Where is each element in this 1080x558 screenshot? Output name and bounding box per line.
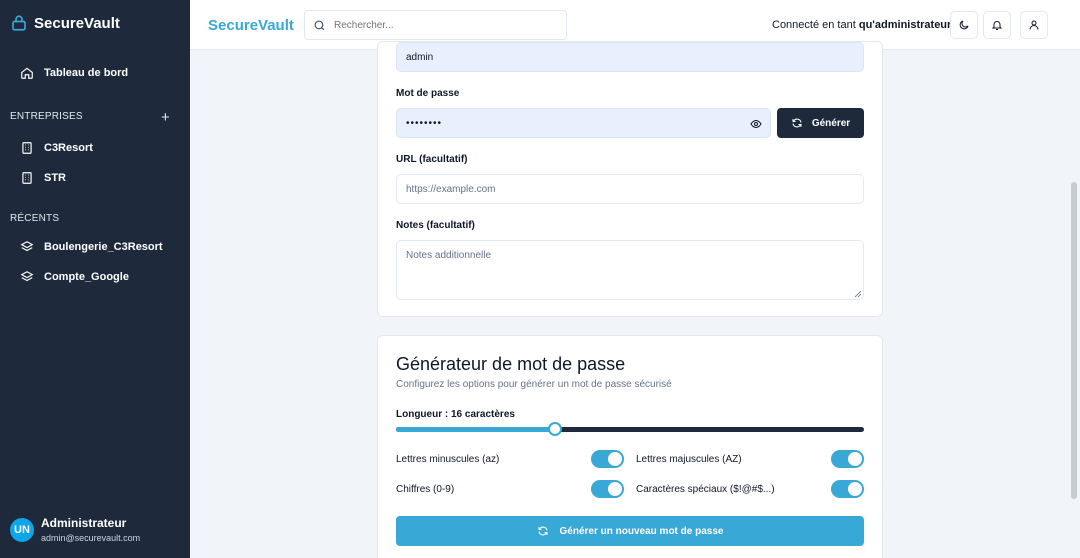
password-value: •••••••• (406, 117, 443, 129)
option-uppercase-label: Lettres majuscules (AZ) (636, 454, 742, 465)
credential-form-card: admin Mot de passe •••••••• Générer URL … (377, 41, 883, 317)
connected-user: qu'administrateur (858, 19, 952, 31)
sidebar-item-label: Boulengerie_C3Resort (44, 241, 163, 253)
refresh-icon (538, 526, 548, 536)
option-special-label: Caractères spéciaux ($!@#$...) (636, 484, 775, 495)
generate-new-password-label: Générer un nouveau mot de passe (559, 525, 724, 537)
length-slider[interactable] (396, 422, 864, 436)
sidebar-item-str[interactable]: STR (20, 171, 66, 185)
password-label: Mot de passe (396, 88, 460, 99)
sidebar-item-dashboard[interactable]: Tableau de bord (20, 66, 128, 80)
refresh-icon (792, 118, 802, 128)
url-label: URL (facultatif) (396, 154, 468, 165)
generate-label: Générer (811, 117, 851, 129)
generate-button[interactable]: Générer (777, 108, 864, 138)
generator-title: Générateur de mot de passe (396, 354, 626, 374)
eye-icon[interactable] (750, 118, 762, 130)
username-field[interactable]: admin (396, 42, 864, 72)
password-field[interactable]: •••••••• (396, 108, 771, 138)
option-uppercase-toggle[interactable] (831, 450, 864, 468)
avatar: UN (10, 517, 34, 542)
notes-label: Notes (facultatif) (396, 220, 475, 231)
page-scrollbar[interactable] (1071, 182, 1077, 499)
option-special-toggle[interactable] (831, 480, 864, 498)
section-companies: ENTREPRISES (10, 111, 83, 122)
layers-icon (20, 271, 34, 282)
sidebar-item-label: C3Resort (44, 142, 93, 154)
sidebar-brand[interactable]: SecureVault (10, 14, 120, 32)
option-digits-toggle[interactable] (591, 480, 624, 498)
password-generator-card: Générateur de mot de passe Configurez le… (377, 335, 883, 558)
user-email: admin@securevault.com (41, 533, 141, 543)
generate-new-password-button[interactable]: Générer un nouveau mot de passe (396, 516, 864, 546)
sidebar-item-label: STR (44, 172, 66, 184)
building-icon (22, 172, 32, 184)
search-box[interactable] (304, 10, 567, 40)
generator-subtitle: Configurez les options pour générer un m… (396, 379, 672, 390)
connected-status: Connecté en tant qu'administrateur (772, 19, 951, 31)
sidebar-item-boulengerie[interactable]: Boulengerie_C3Resort (20, 240, 163, 254)
section-recent: RÉCENTS (10, 213, 60, 224)
length-slider-thumb[interactable] (548, 422, 563, 436)
theme-toggle-button[interactable] (950, 11, 978, 39)
sidebar-item-label: Compte_Google (44, 271, 129, 283)
lock-icon (12, 15, 26, 31)
length-label: Longueur : 16 caractères (396, 409, 515, 420)
home-icon (21, 67, 33, 79)
notes-textarea[interactable]: Notes additionnelle (396, 240, 864, 300)
search-input[interactable] (334, 19, 554, 31)
add-company-icon[interactable]: + (161, 109, 170, 126)
sidebar-item-c3resort[interactable]: C3Resort (20, 141, 93, 155)
user-profile[interactable]: UN Administrateur admin@securevault.com (10, 516, 140, 543)
sidebar-item-label: Tableau de bord (44, 67, 129, 79)
notifications-button[interactable] (983, 11, 1011, 39)
main-content: admin Mot de passe •••••••• Générer URL … (190, 41, 1080, 558)
option-lowercase-toggle[interactable] (591, 450, 624, 468)
layers-icon (20, 241, 34, 252)
sidebar: SecureVault Tableau de bord ENTREPRISES … (0, 0, 190, 558)
user-icon (1029, 20, 1039, 30)
option-digits-label: Chiffres (0-9) (396, 484, 455, 495)
user-name: Administrateur (41, 516, 127, 530)
sidebar-item-compte-google[interactable]: Compte_Google (20, 270, 129, 284)
notes-placeholder: Notes additionnelle (406, 250, 492, 261)
url-field[interactable]: https://example.com (396, 174, 864, 204)
header-brand[interactable]: SecureVault (208, 17, 294, 34)
moon-icon (959, 20, 969, 30)
connected-prefix: Connecté en tant (772, 19, 859, 31)
resize-handle-icon[interactable] (855, 291, 861, 297)
bell-icon (991, 21, 1003, 30)
brand-name: SecureVault (34, 14, 120, 32)
building-icon (22, 142, 32, 154)
length-slider-fill (396, 427, 556, 432)
search-icon (314, 20, 325, 30)
option-lowercase-label: Lettres minuscules (az) (396, 454, 500, 465)
profile-button[interactable] (1020, 11, 1048, 39)
